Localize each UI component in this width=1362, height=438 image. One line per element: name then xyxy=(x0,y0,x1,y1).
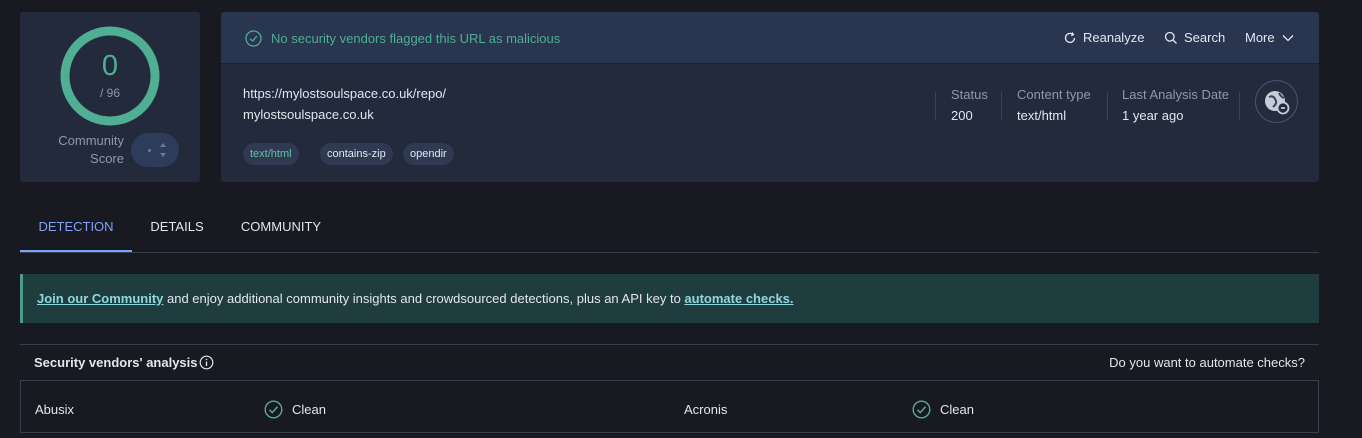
check-circle-icon xyxy=(264,400,283,419)
community-promo-banner: Join our Community and enjoy additional … xyxy=(20,274,1319,323)
status-field: Status 200 xyxy=(951,86,988,125)
status-label: Status xyxy=(951,87,988,102)
verdict-text: No security vendors flagged this URL as … xyxy=(271,31,561,46)
table-row: Abusix Clean Acronis Clean xyxy=(20,381,1319,433)
divider xyxy=(935,92,936,120)
vendor-name: Acronis xyxy=(684,402,728,417)
divider xyxy=(1001,92,1002,120)
join-community-link[interactable]: Join our Community xyxy=(37,291,163,306)
tag-opendir[interactable]: opendir xyxy=(403,143,454,165)
vendor-verdict: Clean xyxy=(912,400,974,419)
verdict-label: Clean xyxy=(940,401,974,417)
check-circle-icon xyxy=(245,30,262,47)
status-value: 200 xyxy=(951,108,973,123)
last-analysis-label: Last Analysis Date xyxy=(1122,87,1229,102)
check-circle-icon xyxy=(912,400,931,419)
search-icon xyxy=(1164,31,1177,44)
vendor-verdict: Clean xyxy=(264,400,326,419)
more-label: More xyxy=(1245,30,1275,45)
community-promo-text: and enjoy additional community insights … xyxy=(163,291,685,306)
search-label: Search xyxy=(1184,30,1226,45)
scanned-domain[interactable]: mylostsoulspace.co.uk xyxy=(243,106,374,124)
vendor-name: Abusix xyxy=(35,402,75,417)
detection-count: 0 xyxy=(101,50,119,82)
automate-checks-link[interactable]: automate checks. xyxy=(684,291,793,306)
tab-bar: DETECTION DETAILS COMMUNITY xyxy=(20,204,1319,253)
content-type-label: Content type xyxy=(1017,87,1091,102)
vendors-analysis-section: Security vendors' analysis Do you want t… xyxy=(20,344,1319,438)
tab-community[interactable]: COMMUNITY xyxy=(234,204,328,252)
vote-dot-icon xyxy=(148,149,151,152)
vendors-title: Security vendors' analysis xyxy=(34,355,198,370)
reanalyze-button[interactable]: Reanalyze xyxy=(1063,29,1144,47)
tab-details[interactable]: DETAILS xyxy=(140,204,214,252)
community-vote-control[interactable] xyxy=(131,133,179,167)
chevron-down-icon xyxy=(1282,35,1294,42)
divider xyxy=(1239,92,1240,120)
more-menu-button[interactable]: More xyxy=(1245,29,1295,47)
vote-down-icon[interactable] xyxy=(160,153,166,157)
community-score-label: Community Score xyxy=(58,133,124,166)
tag-text-html[interactable]: text/html xyxy=(243,143,299,165)
automate-checks-prompt[interactable]: Do you want to automate checks? xyxy=(1109,354,1305,372)
reanalyze-label: Reanalyze xyxy=(1083,30,1145,45)
content-type-value: text/html xyxy=(1017,108,1067,123)
url-summary-card: No security vendors flagged this URL as … xyxy=(221,12,1319,182)
info-icon[interactable] xyxy=(199,355,214,370)
tag-contains-zip[interactable]: contains-zip xyxy=(320,143,393,165)
vendors-header: Security vendors' analysis Do you want t… xyxy=(20,345,1319,381)
globe-link-icon xyxy=(1265,91,1290,115)
verdict-banner: No security vendors flagged this URL as … xyxy=(221,12,1319,64)
search-button[interactable]: Search xyxy=(1164,29,1225,47)
detection-total: / 96 xyxy=(99,86,120,100)
refresh-icon xyxy=(1064,32,1076,44)
last-analysis-field: Last Analysis Date 1 year ago xyxy=(1122,86,1229,125)
content-type-field: Content type text/html xyxy=(1017,86,1091,125)
vote-up-icon[interactable] xyxy=(160,143,166,147)
tab-detection[interactable]: DETECTION xyxy=(20,204,132,252)
last-analysis-value: 1 year ago xyxy=(1122,108,1184,123)
verdict-label: Clean xyxy=(292,401,326,417)
divider xyxy=(1107,92,1108,120)
url-badge xyxy=(1255,80,1298,123)
detection-score-card: 0 / 96 Community Score xyxy=(20,12,200,182)
scanned-url[interactable]: https://mylostsoulspace.co.uk/repo/ xyxy=(243,85,446,103)
